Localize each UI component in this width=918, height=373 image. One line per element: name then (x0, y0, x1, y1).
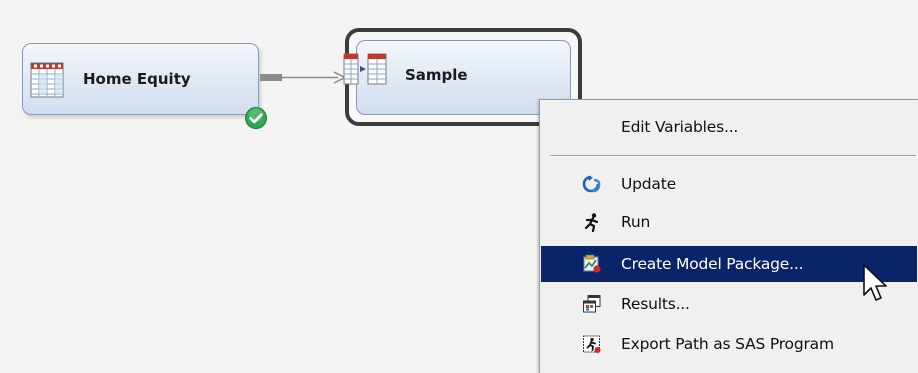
model-package-icon (583, 254, 601, 273)
results-icon (583, 295, 601, 313)
menu-item-label: Update (621, 175, 676, 193)
menu-item-label: Run (621, 213, 651, 231)
menu-item-label: Edit Variables... (621, 118, 739, 136)
menu-item-run[interactable]: Run (541, 204, 917, 240)
menu-item-edit-variables[interactable]: Edit Variables... (541, 109, 917, 145)
menu-item-label: Export Path as SAS Program (621, 335, 834, 353)
mouse-pointer-icon (863, 264, 887, 301)
update-icon (582, 175, 601, 193)
run-icon (584, 213, 599, 232)
menu-item-results[interactable]: Results... (541, 286, 917, 322)
context-menu: Edit Variables... Update Run Create Mode… (539, 99, 918, 373)
completed-check-icon (245, 107, 267, 129)
home-equity-node[interactable]: Home Equity (22, 43, 259, 115)
menu-item-update[interactable]: Update (541, 166, 917, 202)
menu-item-export-path-sas[interactable]: Export Path as SAS Program (541, 326, 917, 362)
sample-table-icon (343, 53, 387, 85)
arrow-connector (260, 71, 347, 84)
data-table-icon (30, 62, 64, 98)
node-label: Home Equity (83, 70, 191, 88)
menu-separator (550, 155, 916, 157)
menu-item-label: Create Model Package... (621, 255, 804, 273)
menu-item-create-model-package[interactable]: Create Model Package... (541, 246, 917, 282)
menu-item-label: Results... (621, 295, 690, 313)
export-sas-icon (583, 335, 601, 353)
node-label: Sample (405, 65, 468, 84)
